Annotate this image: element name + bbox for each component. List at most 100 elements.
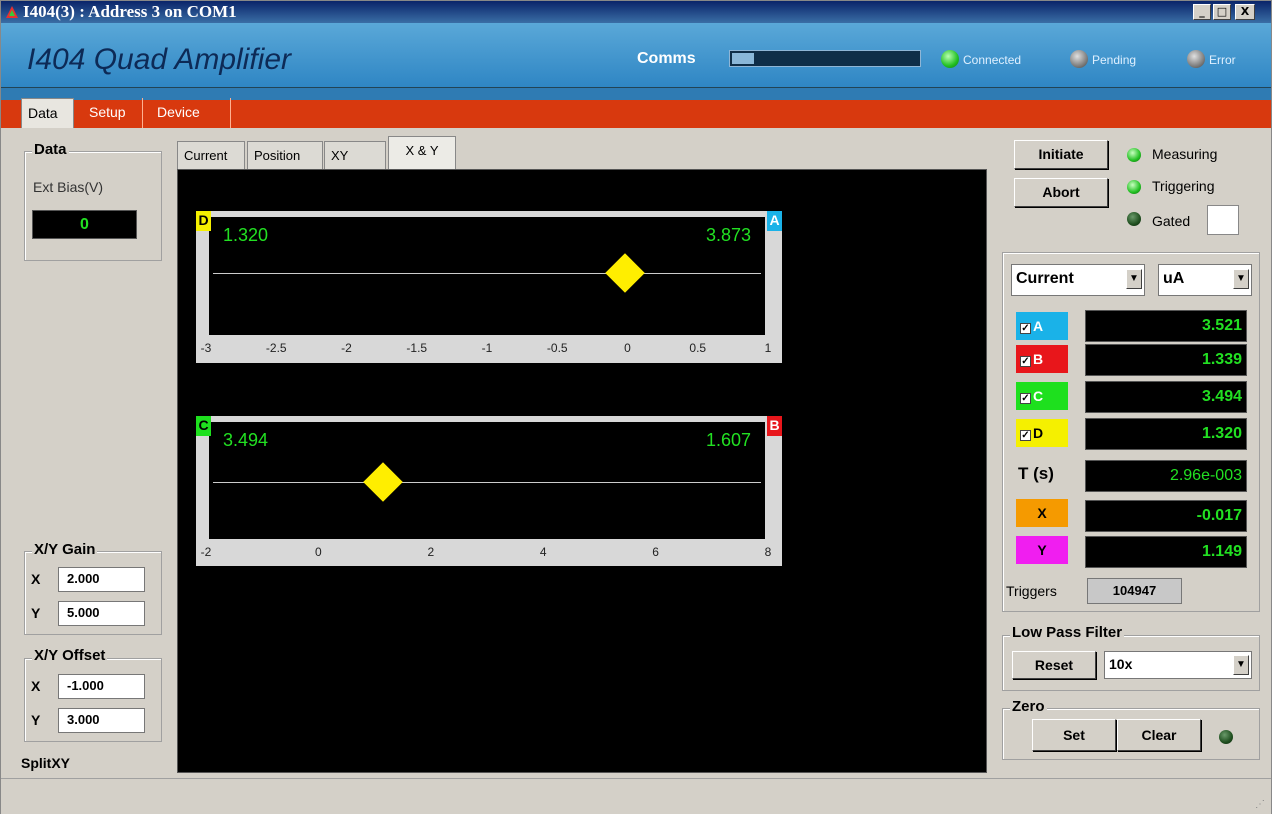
gated-indicator-box	[1207, 205, 1239, 235]
channel-a-toggle[interactable]: ✓ A	[1016, 312, 1068, 340]
x-bar-area: 1.320 3.873	[209, 217, 765, 335]
comms-label: Comms	[637, 50, 696, 67]
gain-x-field[interactable]: 2.000	[58, 567, 145, 592]
unit-select-value: uA	[1163, 270, 1185, 287]
chevron-down-icon[interactable]: ▼	[1233, 269, 1249, 289]
plot-area: 1.320 3.873 D A -3 -2.5 -2 -1.5 -1 -0.5 0 0.5 1 …	[177, 169, 987, 773]
app-title: I404 Quad Amplifier	[27, 43, 292, 76]
minimize-button[interactable]: _	[1193, 4, 1211, 20]
time-label: T (s)	[1018, 464, 1054, 483]
offset-y-field[interactable]: 3.000	[58, 708, 145, 733]
x-bar-panel: 1.320 3.873 D A -3 -2.5 -2 -1.5 -1 -0.5 0 0.5 1	[196, 211, 782, 363]
tick-label: -2	[341, 341, 352, 355]
triggering-led-icon	[1127, 180, 1141, 194]
channel-a-label: A	[1033, 318, 1044, 334]
channel-b-checkbox[interactable]: ✓	[1020, 356, 1031, 367]
window-title: I404(3) : Address 3 on COM1	[23, 2, 237, 21]
mode-select-value: Current	[1016, 270, 1074, 287]
chevron-down-icon[interactable]: ▼	[1233, 655, 1249, 675]
maximize-button[interactable]: □	[1213, 4, 1231, 20]
app-header: I404 Quad Amplifier Comms Connected Pend…	[1, 23, 1271, 88]
y-bar-left-value: 3.494	[223, 430, 269, 450]
channel-c-value: 3.494	[1085, 381, 1247, 413]
xy-offset-title: X/Y Offset	[32, 647, 108, 664]
error-label: Error	[1209, 53, 1236, 67]
y-readout-value: 1.149	[1085, 536, 1247, 568]
tick-label: -2.5	[265, 341, 287, 355]
tick-label: 0	[624, 341, 631, 355]
y-position-marker	[363, 462, 403, 502]
triggers-value: 104947	[1087, 578, 1182, 604]
x-readout-tag: X	[1016, 499, 1068, 527]
filter-select[interactable]: 10x ▼	[1104, 651, 1252, 679]
zero-set-button[interactable]: Set	[1032, 719, 1116, 751]
gated-label: Gated	[1152, 213, 1191, 229]
filter-reset-button[interactable]: Reset	[1012, 651, 1096, 679]
y-left-tag: C	[196, 416, 211, 436]
resize-grip-icon[interactable]: ⋰	[1255, 799, 1265, 810]
tick-label: -3	[200, 341, 212, 355]
tab-xy[interactable]: XY	[324, 141, 386, 169]
triggering-label: Triggering	[1152, 178, 1215, 194]
channel-a-checkbox[interactable]: ✓	[1020, 323, 1031, 334]
title-bar[interactable]: I404(3) : Address 3 on COM1 _ □ X	[1, 1, 1271, 23]
comms-progress-bar	[729, 50, 921, 67]
tick-label: 0.5	[689, 341, 707, 355]
tick-label: -1.5	[406, 341, 428, 355]
tick-label: 4	[539, 545, 547, 559]
triggers-label: Triggers	[1006, 583, 1057, 599]
y-readout-tag: Y	[1016, 536, 1068, 564]
close-button[interactable]: X	[1235, 4, 1255, 20]
tab-position[interactable]: Position	[247, 141, 323, 169]
offset-x-label: X	[31, 678, 41, 694]
connected-label: Connected	[963, 53, 1022, 67]
chevron-down-icon[interactable]: ▼	[1126, 269, 1142, 289]
tick-label: -2	[200, 545, 212, 559]
measuring-led-icon	[1127, 148, 1141, 162]
offset-y-label: Y	[31, 712, 41, 728]
channel-a-value: 3.521	[1085, 310, 1247, 342]
tick-label: -1	[481, 341, 493, 355]
x-bar-left-value: 1.320	[223, 225, 269, 245]
tick-label: -0.5	[546, 341, 568, 355]
tab-setup[interactable]: Setup	[83, 98, 143, 128]
channel-c-label: C	[1033, 388, 1044, 404]
gain-y-label: Y	[31, 605, 41, 621]
channel-d-checkbox[interactable]: ✓	[1020, 430, 1031, 441]
tick-label: 6	[652, 545, 659, 559]
channel-b-value: 1.339	[1085, 344, 1247, 376]
pending-led-icon	[1070, 50, 1088, 68]
zero-clear-button[interactable]: Clear	[1117, 719, 1201, 751]
initiate-button[interactable]: Initiate	[1014, 140, 1108, 169]
tab-data[interactable]: Data	[21, 98, 74, 128]
tab-current[interactable]: Current	[177, 141, 245, 169]
zero-led-icon	[1219, 730, 1233, 744]
filter-select-value: 10x	[1109, 656, 1133, 672]
measuring-label: Measuring	[1152, 146, 1218, 162]
ext-bias-label: Ext Bias(V)	[33, 179, 104, 195]
channel-c-toggle[interactable]: ✓ C	[1016, 382, 1068, 410]
tab-device[interactable]: Device	[151, 98, 231, 128]
y-bar-right-value: 1.607	[705, 430, 751, 450]
low-pass-filter-title: Low Pass Filter	[1010, 624, 1125, 641]
channel-c-checkbox[interactable]: ✓	[1020, 393, 1031, 404]
unit-select[interactable]: uA ▼	[1158, 264, 1252, 296]
offset-x-field[interactable]: -1.000	[58, 674, 145, 699]
x-bar-right-value: 3.873	[705, 225, 751, 245]
tick-label: 1	[764, 341, 772, 355]
x-bar-track	[213, 273, 761, 274]
ext-bias-display: 0	[32, 210, 137, 239]
mode-select[interactable]: Current ▼	[1011, 264, 1145, 296]
y-bar-track	[213, 482, 761, 483]
pending-label: Pending	[1092, 53, 1137, 67]
gain-y-field[interactable]: 5.000	[58, 601, 145, 626]
x-right-tag: A	[767, 211, 782, 231]
tick-label: 8	[764, 545, 772, 559]
abort-button[interactable]: Abort	[1014, 178, 1108, 207]
channel-d-toggle[interactable]: ✓ D	[1016, 419, 1068, 447]
tab-x-and-y[interactable]: X & Y	[388, 136, 456, 170]
channel-d-label: D	[1033, 425, 1044, 441]
channel-b-toggle[interactable]: ✓ B	[1016, 345, 1068, 373]
channel-b-label: B	[1033, 351, 1044, 367]
time-value: 2.96e-003	[1085, 460, 1247, 492]
